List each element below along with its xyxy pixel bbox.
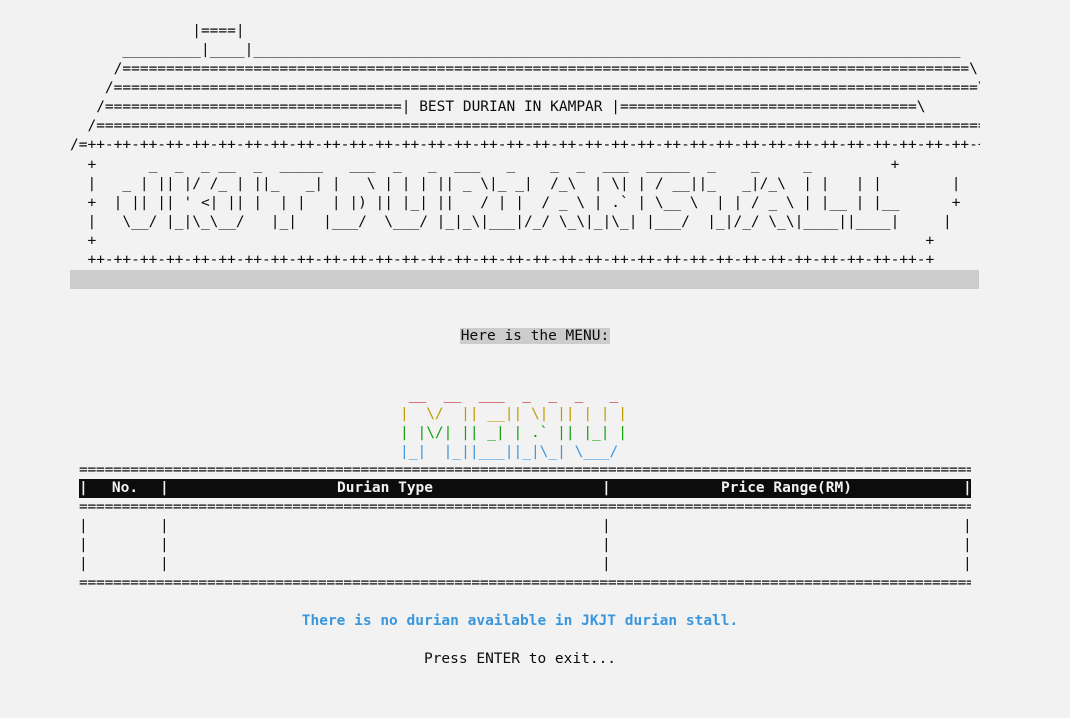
menu-prompt-text: Here is the MENU: (459, 328, 611, 344)
console-window: |====| _________|____|__________________… (0, 0, 1070, 718)
table-header-price-range: Price Range(RM) (721, 480, 852, 496)
table-divider: | (160, 480, 169, 496)
banner-roof-top: _________|____|_________________________… (70, 42, 961, 58)
exit-prompt: Press ENTER to exit... (423, 651, 617, 667)
table-row: | | | | (79, 555, 971, 574)
banner-sign-line: + | || || ' <| || | | | | |) || |_| || /… (70, 195, 961, 211)
menu-art-line: |_| |_||___||_|\_| \___/ (400, 444, 619, 460)
table-divider: | (963, 518, 971, 534)
table-divider: | (79, 556, 88, 572)
table-divider: | (79, 537, 88, 553)
table-divider: | (79, 480, 88, 496)
table-divider: | (963, 480, 971, 496)
table-divider: | (79, 518, 88, 534)
banner-chimney: |====| (70, 23, 245, 39)
table-header-rule: ========================================… (79, 499, 971, 515)
banner-sign-bottom: ++-++-++-++-++-++-++-++-++-++-++-++-++-+… (70, 252, 935, 268)
banner-sign-line: + + (70, 233, 935, 249)
table-top-rule: ========================================… (79, 462, 971, 478)
table-divider: | (602, 556, 611, 572)
table-header-row: | No. | Durian Type | Price Range(RM) | (79, 479, 971, 498)
banner-roof-line: /=======================================… (70, 118, 980, 134)
table-row: | | | | (79, 536, 971, 555)
table-divider: | (160, 537, 169, 553)
table-header-no: No. (111, 480, 139, 496)
banner-sign-line: + _ _ _ __ _ _____ ___ _ _ ___ _ _ _ ___… (70, 157, 900, 173)
banner-sign-line: | _ | || |/ /_ | ||_ _| | \ | | | || _ \… (70, 176, 961, 192)
menu-art-line: | |\/| || _| | .` || |_| | (400, 425, 627, 441)
table-divider: | (602, 537, 611, 553)
menu-prompt: Here is the MENU: (0, 327, 1070, 346)
no-durian-notice: There is no durian available in JKJT dur… (301, 613, 739, 629)
table-header-durian-type: Durian Type (336, 480, 434, 496)
table-divider: | (602, 518, 611, 534)
table-divider: | (160, 518, 169, 534)
table-divider: | (602, 480, 611, 496)
banner-highlight-bar (70, 270, 979, 289)
table-divider: | (963, 556, 971, 572)
table-divider: | (160, 556, 169, 572)
banner-roof-line: /=======================================… (70, 80, 980, 96)
table-row: | | | | (79, 517, 971, 536)
banner-roof-line: /=======================================… (70, 61, 978, 77)
banner-sign-line: | \__/ |_|\_\__/ |_| |___/ \___/ |_|_\|_… (70, 214, 952, 230)
banner-title-line: /==================================| BES… (70, 99, 926, 115)
table-bottom-rule: ========================================… (79, 575, 971, 591)
table-divider: | (963, 537, 971, 553)
banner-roof-edge: /=++-++-++-++-++-++-++-++-++-++-++-++-++… (70, 137, 980, 153)
menu-art-line: | \/ || __|| \| || | | | (400, 406, 627, 422)
menu-art-line: __ __ ___ _ _ _ _ (400, 387, 627, 403)
